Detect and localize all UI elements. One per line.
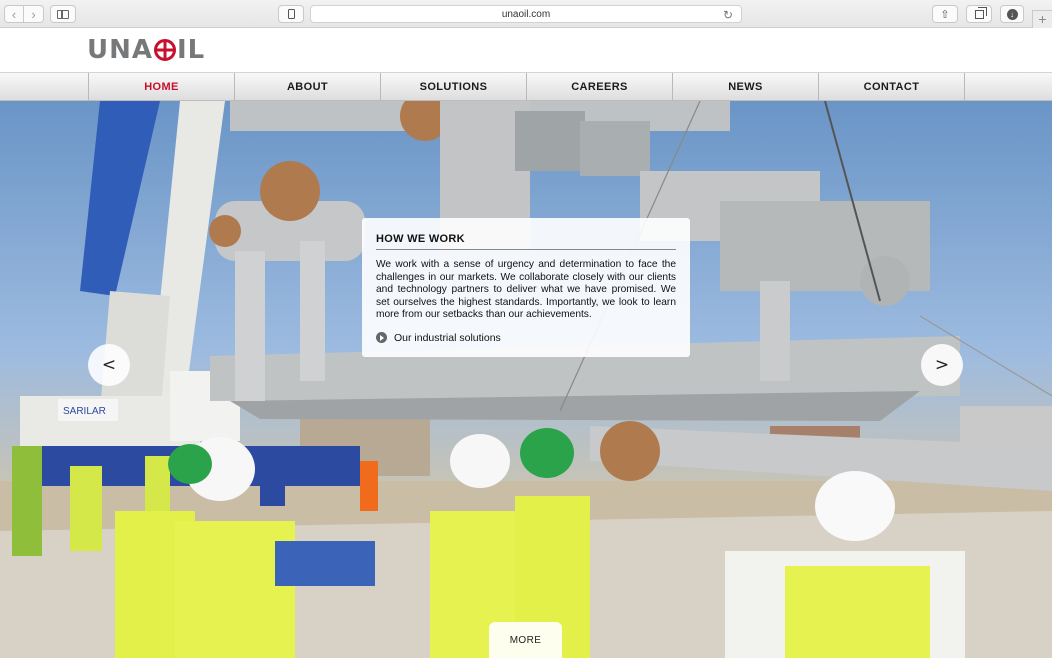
globe-icon xyxy=(154,39,176,61)
chevron-right-icon[interactable]: › xyxy=(24,5,44,23)
arrow-circle-icon xyxy=(376,332,387,344)
logo-text-left: UNA xyxy=(87,35,153,65)
nav-item-about[interactable]: ABOUT xyxy=(235,73,381,101)
site-logo[interactable]: UNA IL xyxy=(87,35,205,65)
site-header: UNA IL xyxy=(0,29,1052,72)
panel-body: We work with a sense of urgency and dete… xyxy=(376,259,676,321)
history-nav: ‹ › xyxy=(4,5,44,23)
slider-next-button[interactable]: > xyxy=(921,344,963,386)
nav-item-home[interactable]: HOME xyxy=(89,73,235,101)
hero-image: SARILAR HOW WE WORK We work with a sense… xyxy=(0,101,1052,658)
download-icon[interactable]: ↓ xyxy=(1000,5,1024,23)
how-we-work-panel: HOW WE WORK We work with a sense of urge… xyxy=(362,218,690,357)
hero-illustration: SARILAR xyxy=(0,101,1052,658)
tabs-icon[interactable] xyxy=(966,5,992,23)
more-button[interactable]: MORE xyxy=(489,622,562,658)
slider-prev-button[interactable]: < xyxy=(88,344,130,386)
link-label: Our industrial solutions xyxy=(394,331,501,344)
nav-item-news[interactable]: NEWS xyxy=(673,73,819,101)
nav-list: HOME ABOUT SOLUTIONS CAREERS NEWS CONTAC… xyxy=(88,73,965,101)
url-text: unaoil.com xyxy=(501,8,551,20)
crane-label: SARILAR xyxy=(58,399,118,421)
panel-title: HOW WE WORK xyxy=(376,233,676,250)
svg-text:SARILAR: SARILAR xyxy=(63,406,106,417)
plus-icon[interactable]: + xyxy=(1032,10,1052,28)
nav-item-solutions[interactable]: SOLUTIONS xyxy=(381,73,527,101)
industrial-solutions-link[interactable]: Our industrial solutions xyxy=(376,332,676,344)
share-icon[interactable]: ⇧ xyxy=(932,5,958,23)
main-nav: HOME ABOUT SOLUTIONS CAREERS NEWS CONTAC… xyxy=(0,72,1052,101)
chevron-left-icon[interactable]: ‹ xyxy=(4,5,24,23)
address-bar[interactable]: unaoil.com ↻ xyxy=(310,5,742,23)
nav-item-careers[interactable]: CAREERS xyxy=(527,73,673,101)
browser-toolbar: ‹ › unaoil.com ↻ ⇧ ↓ + xyxy=(0,0,1052,28)
nav-item-contact[interactable]: CONTACT xyxy=(819,73,965,101)
sidebar-icon[interactable] xyxy=(50,5,76,23)
logo-text-right: IL xyxy=(177,35,206,65)
reload-icon[interactable]: ↻ xyxy=(723,8,733,22)
phone-icon[interactable] xyxy=(278,5,304,23)
